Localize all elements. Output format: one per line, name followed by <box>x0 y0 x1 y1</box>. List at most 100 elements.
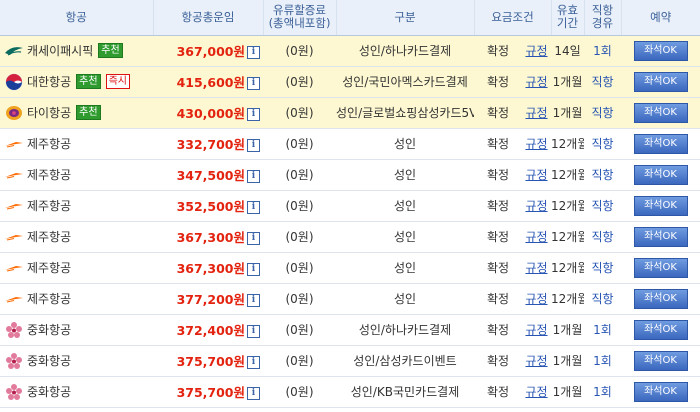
table-row: 타이항공 추천 430,000원 i (0원) 성인/글로벌쇼핑삼성카드5V2 확정 규정 1개… <box>0 97 700 129</box>
seat-ok-button[interactable]: 좌석OK <box>633 288 688 309</box>
reserve-cell: 좌석OK <box>621 35 700 67</box>
korean-air-logo <box>4 73 24 91</box>
seat-ok-button[interactable]: 좌석OK <box>633 226 688 247</box>
fare-info-icon[interactable]: i <box>247 77 260 90</box>
fuel-surcharge: (0원) <box>263 190 336 222</box>
fare-cell: 377,200원 i <box>153 283 263 315</box>
airline-cell: 캐세이패시픽 추천 <box>0 35 153 67</box>
header-condition: 요금조건 <box>474 0 552 36</box>
fare-cell: 347,500원 i <box>153 159 263 191</box>
airline-name: 중화항공 <box>27 323 72 337</box>
rule-link[interactable]: 규정 <box>525 199 547 213</box>
fare-info-icon[interactable]: i <box>247 46 260 59</box>
route-type: 1회 <box>593 385 612 399</box>
fare-info-icon[interactable]: i <box>247 263 260 276</box>
route-type: 직항 <box>591 75 614 89</box>
rule-link[interactable]: 규정 <box>525 106 547 120</box>
route-type: 직항 <box>591 199 614 213</box>
validity-period: 1개월 <box>551 66 585 98</box>
fare-info-icon[interactable]: i <box>247 170 260 183</box>
reserve-cell: 좌석OK <box>621 221 700 253</box>
route-cell: 직항 <box>584 252 622 284</box>
airline-name: 타이항공 <box>27 106 72 120</box>
fare-info-icon[interactable]: i <box>247 356 260 369</box>
fare-info-icon[interactable]: i <box>247 108 260 121</box>
rule-cell: 규정 <box>522 190 552 222</box>
fare-cell: 372,400원 i <box>153 314 263 346</box>
fuel-surcharge: (0원) <box>263 159 336 191</box>
airline-cell: 중화항공 <box>0 314 153 346</box>
jeju-air-logo <box>4 166 24 184</box>
fare-info-icon[interactable]: i <box>247 325 260 338</box>
rule-link[interactable]: 규정 <box>525 385 547 399</box>
fare-condition: 확정 <box>474 159 522 191</box>
recommend-badge: 추천 <box>76 105 101 120</box>
fare-info-icon[interactable]: i <box>247 294 260 307</box>
fuel-surcharge: (0원) <box>263 314 336 346</box>
recommend-badge: 추천 <box>98 43 123 58</box>
fare-type: 성인 <box>336 283 474 315</box>
fare-cell: 375,700원 i <box>153 376 263 408</box>
fare-info-icon[interactable]: i <box>247 232 260 245</box>
reserve-cell: 좌석OK <box>621 314 700 346</box>
seat-ok-button[interactable]: 좌석OK <box>633 195 688 216</box>
fare-type: 성인 <box>336 221 474 253</box>
route-type: 1회 <box>593 44 612 58</box>
fare-type: 성인/KB국민카드결제 <box>336 376 474 408</box>
fare-condition: 확정 <box>474 128 522 160</box>
seat-ok-button[interactable]: 좌석OK <box>633 133 688 154</box>
rule-link[interactable]: 규정 <box>525 292 547 306</box>
airline-cell: 제주항공 <box>0 128 153 160</box>
seat-ok-button[interactable]: 좌석OK <box>633 257 688 278</box>
fare-condition: 확정 <box>474 190 522 222</box>
fare-price: 377,200원 <box>176 292 245 307</box>
fare-cell: 367,000원 i <box>153 35 263 67</box>
seat-ok-button[interactable]: 좌석OK <box>633 381 688 402</box>
jeju-air-logo <box>4 290 24 308</box>
fare-price: 367,000원 <box>176 44 245 59</box>
header-fare: 항공총운임 <box>153 0 264 36</box>
rule-link[interactable]: 규정 <box>525 354 547 368</box>
rule-link[interactable]: 규정 <box>525 137 547 151</box>
rule-link[interactable]: 규정 <box>525 230 547 244</box>
fare-info-icon[interactable]: i <box>247 139 260 152</box>
seat-ok-button[interactable]: 좌석OK <box>633 319 688 340</box>
validity-period: 1개월 <box>551 97 585 129</box>
fare-type: 성인 <box>336 190 474 222</box>
table-row: 중화항공 375,700원 i (0원) 성인/KB국민카드결제 확정 규정 1개월 1회 좌석O… <box>0 376 700 408</box>
route-type: 1회 <box>593 323 612 337</box>
table-row: 제주항공 352,500원i(0원)성인확정규정 12개월 직항 좌석OK <box>0 190 700 222</box>
fare-cell: 367,300원 i <box>153 252 263 284</box>
airline-cell: 중화항공 <box>0 345 153 377</box>
rule-link[interactable]: 규정 <box>525 75 547 89</box>
fare-type: 성인 <box>336 159 474 191</box>
airline-name: 중화항공 <box>27 385 72 399</box>
seat-ok-button[interactable]: 좌석OK <box>633 102 688 123</box>
rule-link[interactable]: 규정 <box>525 323 547 337</box>
rule-link[interactable]: 규정 <box>525 261 547 275</box>
table-row: 제주항공 367,300원i(0원)성인확정규정 12개월 직항 좌석OK <box>0 221 700 253</box>
rule-cell: 규정 <box>522 252 552 284</box>
airline-name: 캐세이패시픽 <box>27 44 94 58</box>
jeju-air-logo <box>4 228 24 246</box>
fare-table: 항공 항공총운임 유류할증료 (총액내포함) 구분 요금조건 유효 기간 직항 경유 … <box>0 0 700 408</box>
table-row: 중화항공 372,400원 i (0원) 성인/하나카드결제 확정 규정 1개월 1회 좌석OK <box>0 314 700 346</box>
airline-cell: 제주항공 <box>0 221 153 253</box>
seat-ok-button[interactable]: 좌석OK <box>633 164 688 185</box>
fare-type: 성인 <box>336 128 474 160</box>
seat-ok-button[interactable]: 좌석OK <box>633 71 688 92</box>
header-airline: 항공 <box>0 0 154 36</box>
table-row: 중화항공 375,700원 i (0원) 성인/삼성카드이벤트 확정 규정 1개월 1회 좌석OK <box>0 345 700 377</box>
seat-ok-button[interactable]: 좌석OK <box>633 350 688 371</box>
fuel-surcharge: (0원) <box>263 376 336 408</box>
fare-condition: 확정 <box>474 35 522 67</box>
fare-info-icon[interactable]: i <box>247 201 260 214</box>
fare-info-icon[interactable]: i <box>247 387 260 400</box>
fare-condition: 확정 <box>474 97 522 129</box>
seat-ok-button[interactable]: 좌석OK <box>633 40 688 61</box>
fare-type: 성인/국민아멕스카드결제 <box>336 66 474 98</box>
china-airlines-logo <box>4 321 24 339</box>
rule-link[interactable]: 규정 <box>525 168 547 182</box>
rule-link[interactable]: 규정 <box>525 44 547 58</box>
fare-price: 347,500원 <box>176 168 245 183</box>
